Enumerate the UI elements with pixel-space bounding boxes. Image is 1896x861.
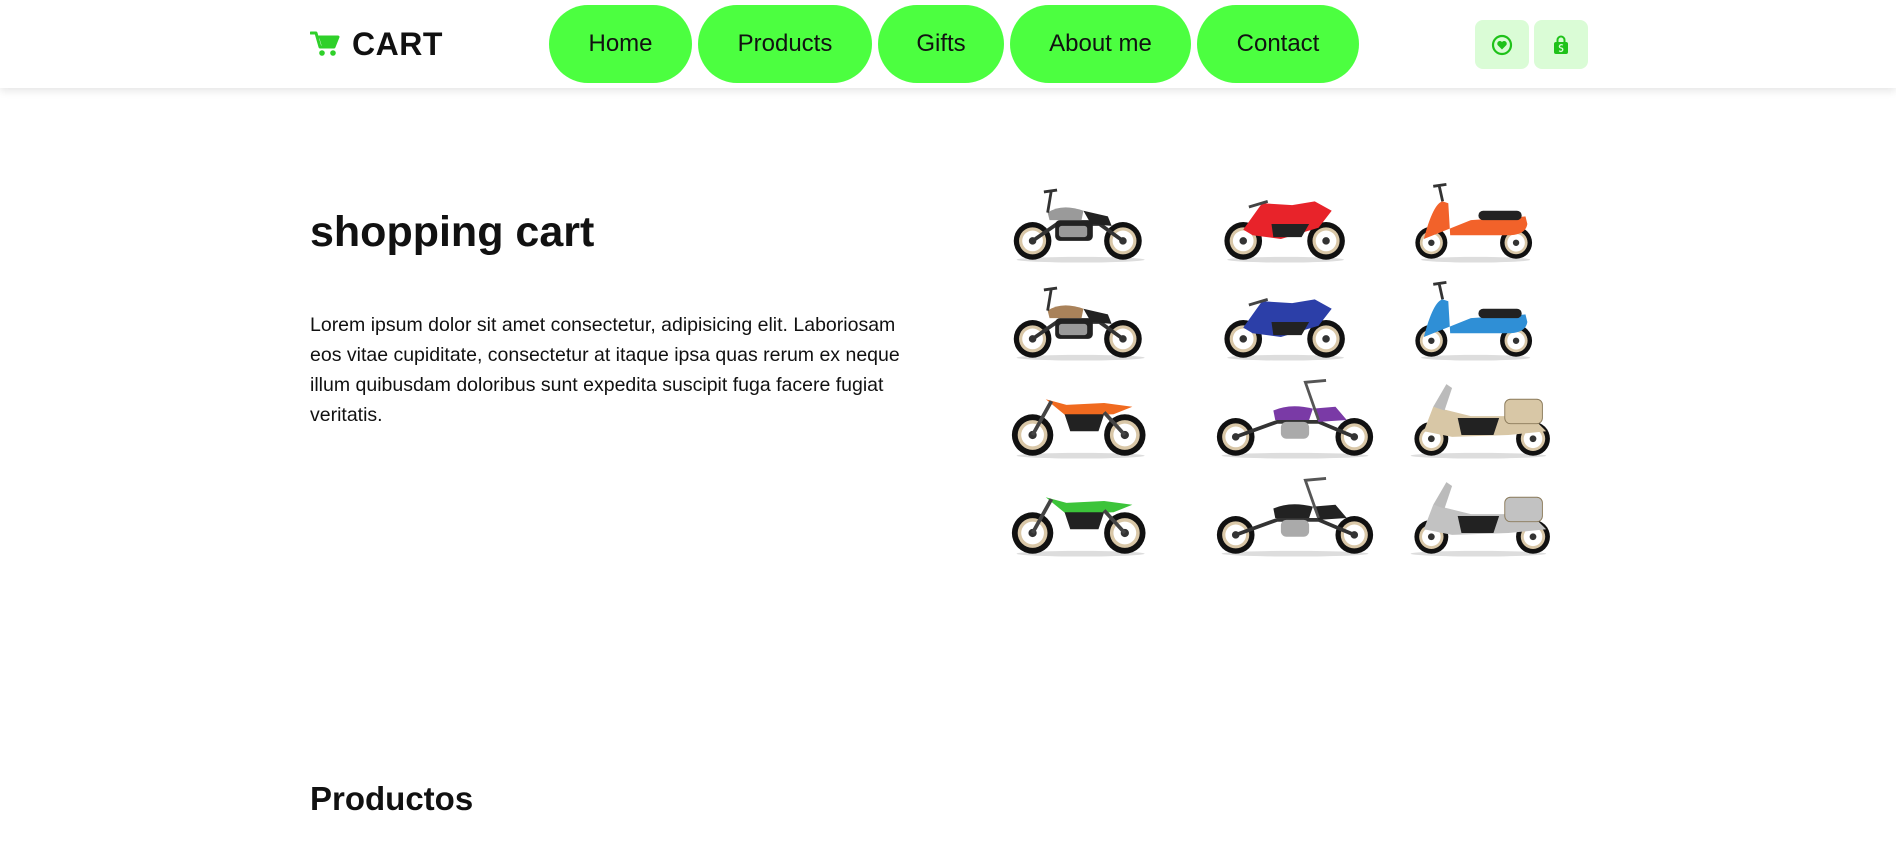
shopping-bag-icon (1554, 35, 1568, 54)
motorcycle-cruiser-illustration (1013, 286, 1145, 361)
favorites-button[interactable] (1475, 20, 1529, 69)
motorcycle-illustration-grid (1005, 180, 1565, 566)
motorcycle-chopper-illustration (1216, 379, 1374, 459)
hero-title: shopping cart (310, 208, 595, 256)
bag-button[interactable] (1534, 20, 1588, 69)
cart-icon (310, 31, 340, 56)
motorcycle-dirt-illustration (1011, 497, 1146, 557)
nav-gifts-button[interactable]: Gifts (878, 5, 1004, 83)
main-nav: Home Products Gifts About me Contact (549, 5, 1365, 83)
motorcycle-scooter-illustration (1415, 281, 1533, 361)
hero-description: Lorem ipsum dolor sit amet consectetur, … (310, 314, 900, 426)
heart-icon (1491, 34, 1513, 55)
brand-logo[interactable]: CART (310, 22, 443, 66)
motorcycle-cruiser-illustration (1013, 188, 1145, 263)
motorcycle-touring-illustration (1410, 384, 1550, 459)
nav-home-button[interactable]: Home (549, 5, 692, 83)
products-section-title: Productos (310, 780, 474, 817)
site-header: CART Home Products Gifts About me Contac… (0, 0, 1896, 88)
motorcycle-touring-illustration (1410, 482, 1550, 557)
nav-about-button[interactable]: About me (1010, 5, 1191, 83)
motorcycle-sport-illustration (1224, 298, 1345, 361)
motorcycle-sport-illustration (1224, 200, 1345, 263)
nav-products-button[interactable]: Products (698, 5, 872, 83)
nav-contact-button[interactable]: Contact (1197, 5, 1359, 83)
brand-name: CART (352, 25, 443, 62)
motorcycle-dirt-illustration (1011, 399, 1146, 459)
motorcycle-scooter-illustration (1415, 183, 1533, 263)
motorcycle-chopper-illustration (1216, 477, 1374, 557)
